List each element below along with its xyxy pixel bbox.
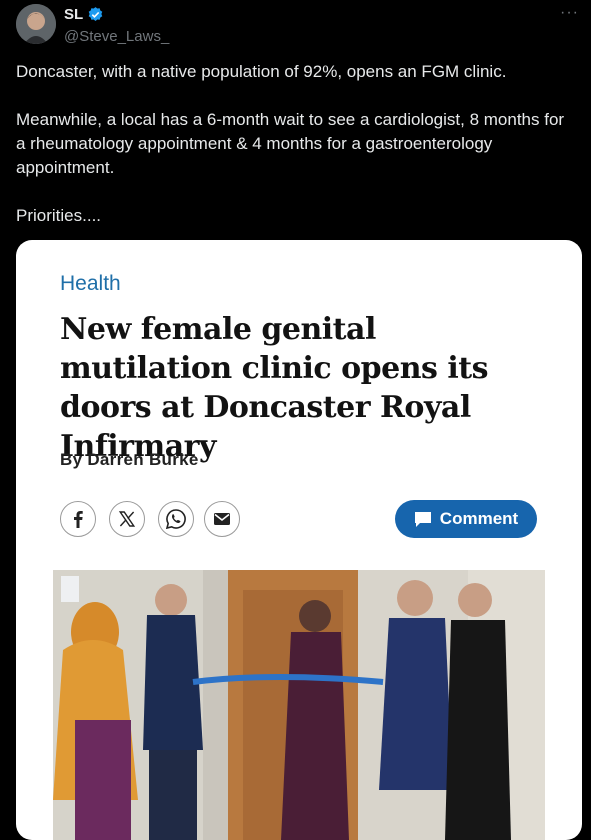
whatsapp-share-button[interactable]	[158, 501, 194, 537]
article-headline[interactable]: New female genital mutilation clinic ope…	[60, 310, 540, 466]
article-photo[interactable]	[53, 570, 545, 840]
article-byline: By Darren Burke	[60, 450, 199, 469]
facebook-icon	[74, 511, 83, 528]
article-section[interactable]: Health	[60, 272, 121, 296]
verified-badge-icon	[88, 7, 103, 21]
tweet-text-line: Doncaster, with a native population of 9…	[16, 62, 507, 81]
tweet-text-line: Priorities....	[16, 206, 102, 225]
whatsapp-icon	[165, 509, 186, 530]
article-card[interactable]: Health New female genital mutilation cli…	[16, 240, 582, 840]
avatar[interactable]	[16, 4, 56, 44]
email-icon	[214, 513, 230, 525]
comment-button[interactable]: Comment	[395, 500, 537, 538]
facebook-share-button[interactable]	[60, 501, 96, 537]
author-handle[interactable]: @Steve_Laws_	[64, 28, 169, 45]
more-options-icon[interactable]: ···	[560, 4, 579, 22]
tweet-text-line: Meanwhile, a local has a 6-month wait to…	[16, 110, 565, 177]
x-icon	[118, 511, 136, 527]
tweet-text: Doncaster, with a native population of 9…	[16, 60, 576, 228]
comment-icon	[414, 512, 431, 527]
comment-label: Comment	[439, 509, 519, 528]
author-name[interactable]: SL	[64, 6, 83, 23]
x-share-button[interactable]	[109, 501, 145, 537]
email-share-button[interactable]	[204, 501, 240, 537]
